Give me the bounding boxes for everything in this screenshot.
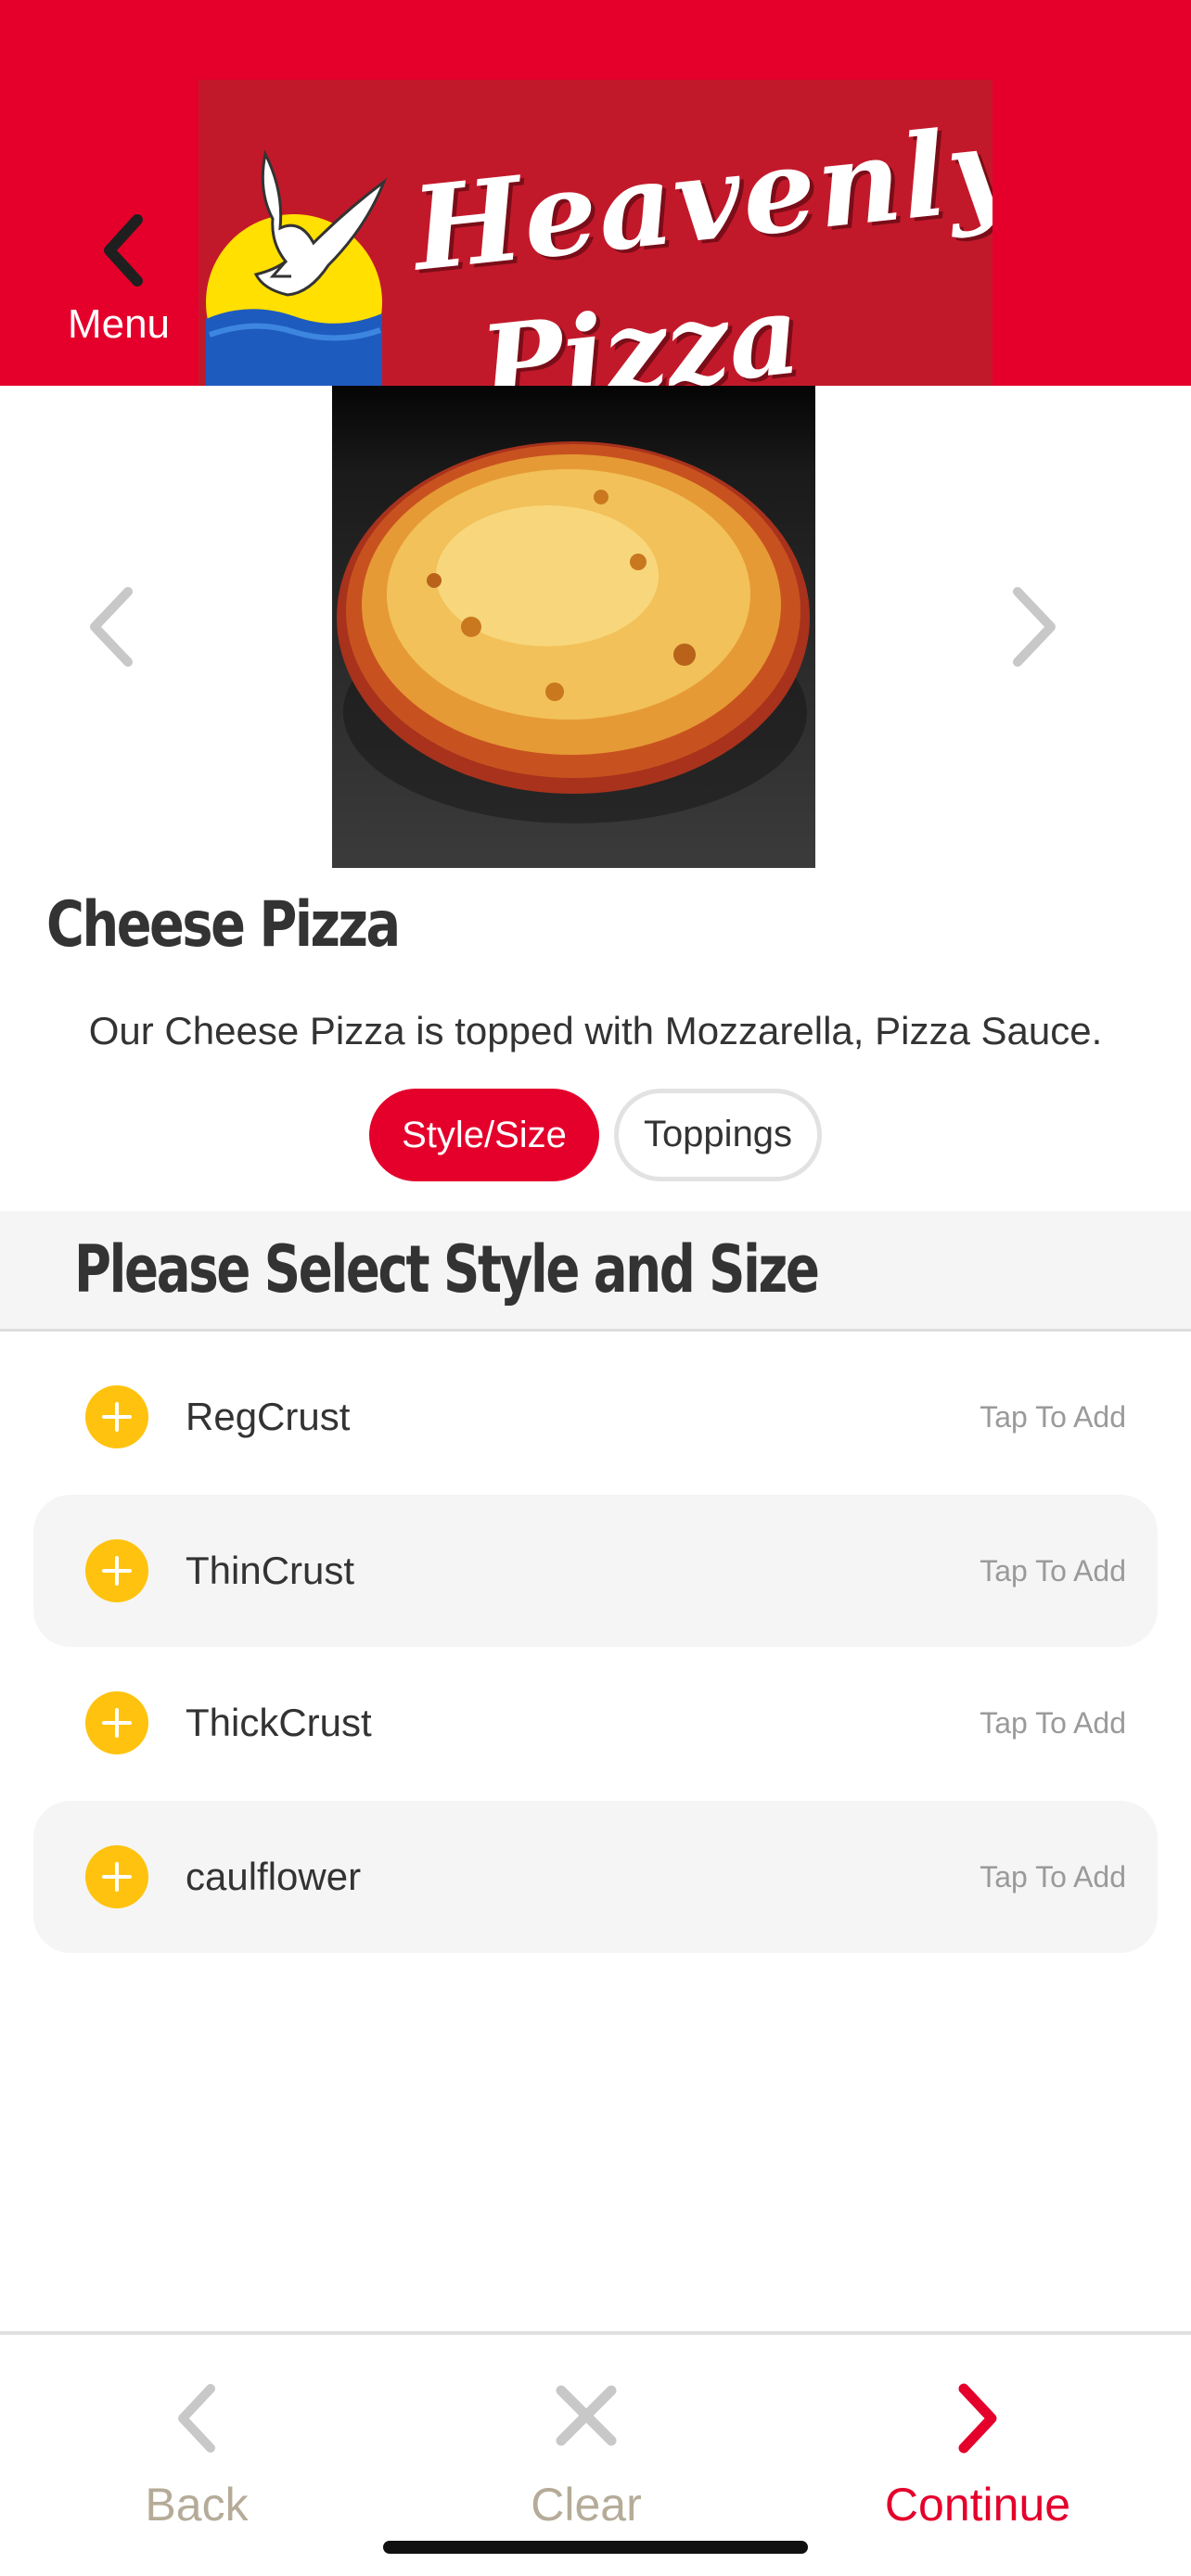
plus-circle-icon xyxy=(85,1539,148,1602)
product-description: Our Cheese Pizza is topped with Mozzarel… xyxy=(88,1009,1103,1052)
tab-style-size[interactable]: Style/Size xyxy=(369,1089,599,1181)
product-image-carousel xyxy=(0,386,1191,868)
menu-label: Menu xyxy=(67,301,171,347)
option-row[interactable]: RegCrust Tap To Add xyxy=(33,1341,1158,1493)
chevron-right-icon xyxy=(958,2383,997,2454)
tab-toppings[interactable]: Toppings xyxy=(614,1089,822,1181)
carousel-next-icon[interactable] xyxy=(1006,580,1062,673)
tap-to-add-hint: Tap To Add xyxy=(980,1860,1126,1894)
plus-circle-icon xyxy=(85,1385,148,1448)
product-title: Cheese Pizza xyxy=(46,888,401,962)
x-icon xyxy=(556,2385,617,2446)
option-label: caulflower xyxy=(186,1855,362,1898)
cheese-pizza-image xyxy=(332,386,815,868)
heavenly-pizza-logo: Heavenly Pizza xyxy=(198,80,992,386)
carousel-prev-icon[interactable] xyxy=(83,580,139,673)
home-indicator[interactable] xyxy=(383,2541,808,2554)
plus-circle-icon xyxy=(85,1845,148,1908)
app-header: Menu Heavenly Pizza xyxy=(0,0,1191,386)
option-label: ThickCrust xyxy=(186,1701,372,1744)
tap-to-add-hint: Tap To Add xyxy=(980,1706,1126,1740)
clear-button[interactable]: Clear xyxy=(447,2363,725,2548)
bottom-action-bar: Back Clear Continue xyxy=(0,2331,1191,2576)
option-row[interactable]: caulflower Tap To Add xyxy=(33,1801,1158,1953)
continue-button[interactable]: Continue xyxy=(839,2363,1117,2548)
option-label: RegCrust xyxy=(186,1395,351,1438)
chevron-left-icon xyxy=(178,2384,215,2453)
section-header: Please Select Style and Size xyxy=(0,1211,1191,1332)
option-label: ThinCrust xyxy=(186,1549,355,1592)
chevron-left-icon xyxy=(104,214,143,287)
back-button[interactable]: Back xyxy=(58,2363,336,2548)
tap-to-add-hint: Tap To Add xyxy=(980,1400,1126,1434)
option-row[interactable]: ThickCrust Tap To Add xyxy=(33,1647,1158,1799)
option-row[interactable]: ThinCrust Tap To Add xyxy=(33,1495,1158,1647)
plus-circle-icon xyxy=(85,1691,148,1754)
section-title: Please Select Style and Size xyxy=(74,1231,820,1307)
menu-back-button[interactable]: Menu xyxy=(37,199,204,366)
clear-label: Clear xyxy=(531,2479,642,2531)
product-detail-screen: Menu Heavenly Pizza Cheese Pizza Our Che… xyxy=(0,0,1191,2576)
tap-to-add-hint: Tap To Add xyxy=(980,1554,1126,1588)
continue-label: Continue xyxy=(884,2479,1071,2531)
back-label: Back xyxy=(145,2479,249,2531)
